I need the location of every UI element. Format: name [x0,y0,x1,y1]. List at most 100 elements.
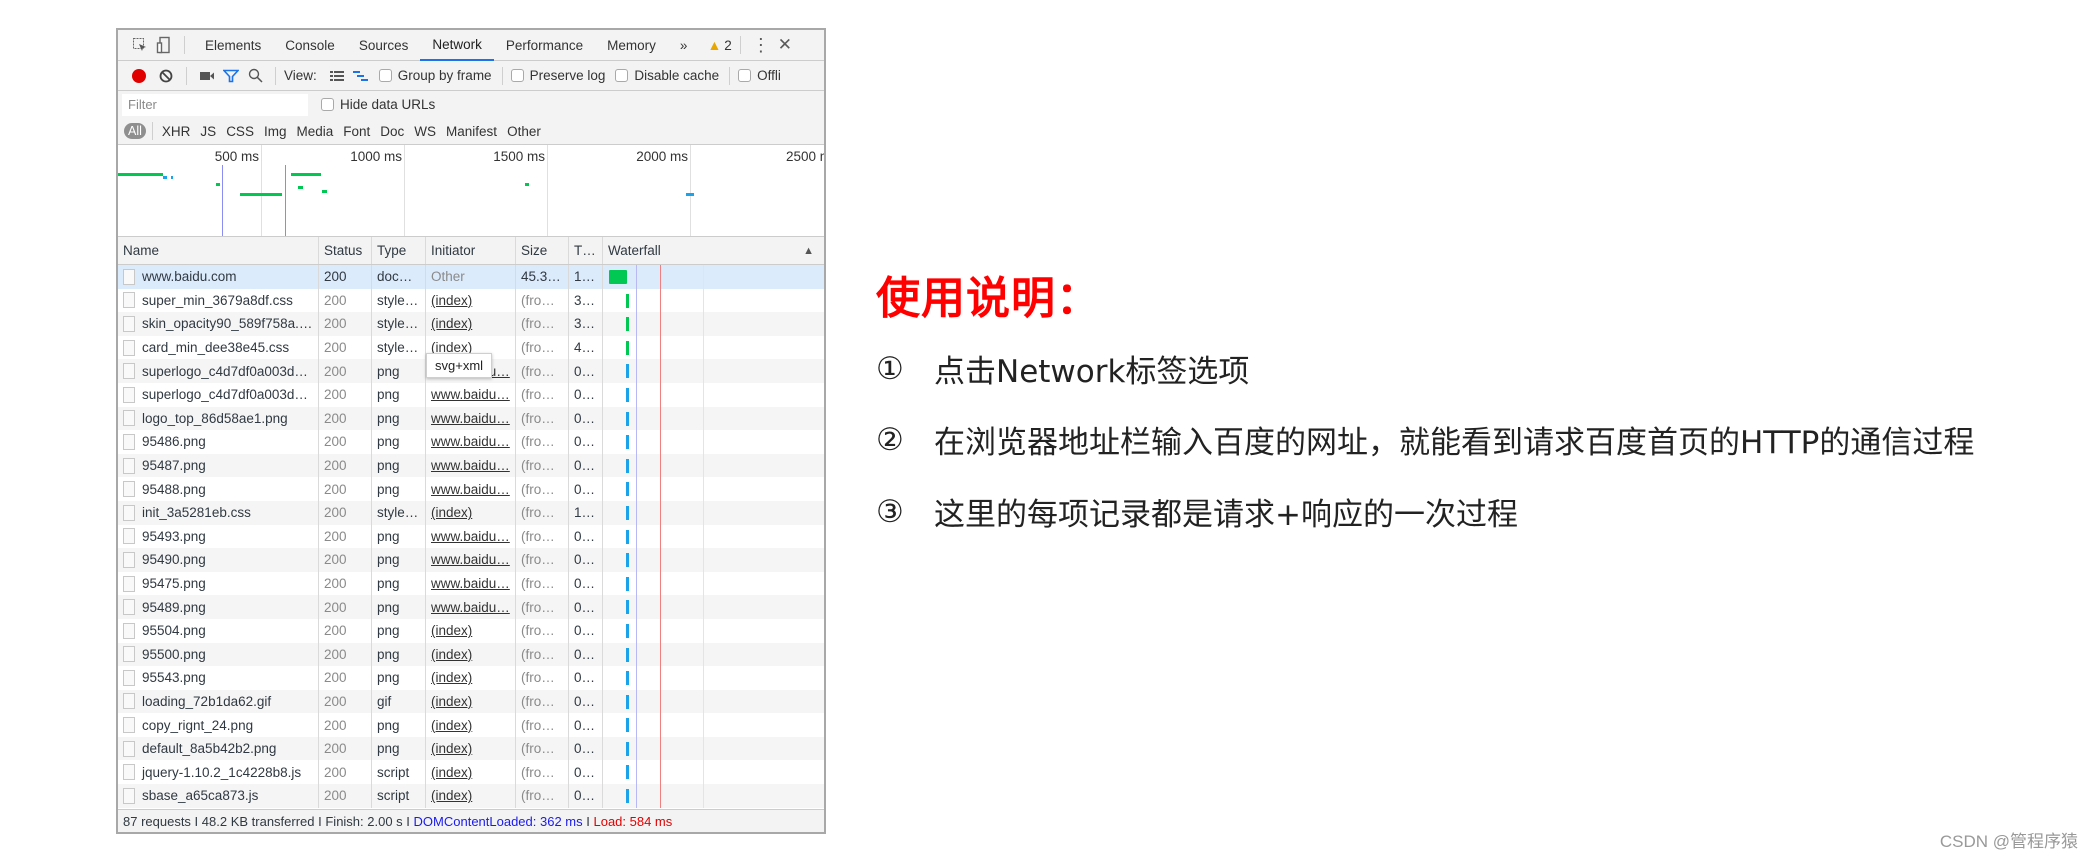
request-initiator[interactable]: www.baidu… [426,571,516,596]
request-name[interactable]: 95486.png [118,430,319,454]
column-header-name[interactable]: Name [118,237,319,264]
inspect-element-icon[interactable] [128,33,152,57]
request-name[interactable]: 95493.png [118,524,319,549]
request-name[interactable]: www.baidu.com [118,265,319,289]
initiator-link[interactable]: www.baidu… [431,600,510,615]
table-row[interactable]: 95489.png 200 png www.baidu… (fro… 0… [118,595,824,619]
disable-cache-checkbox[interactable]: Disable cache [615,68,719,83]
request-initiator[interactable]: (index) [426,500,516,525]
request-name[interactable]: 95489.png [118,595,319,619]
initiator-link[interactable]: (index) [431,647,472,662]
device-toolbar-icon[interactable] [152,33,176,57]
table-row[interactable]: init_3a5281eb.css 200 style… (index) (fro… 1… [118,500,824,525]
record-button[interactable] [132,68,146,83]
request-initiator[interactable]: www.baidu… [426,595,516,619]
request-name[interactable]: jquery-1.10.2_1c4228b8.js [118,760,319,785]
column-header-time[interactable]: T… [569,237,603,264]
search-icon[interactable] [243,64,267,88]
table-row[interactable]: 95493.png 200 png www.baidu… (fro… 0… [118,524,824,549]
table-row[interactable]: jquery-1.10.2_1c4228b8.js 200 script (index… [118,760,824,785]
column-header-size[interactable]: Size [516,237,569,264]
initiator-link[interactable]: (index) [431,694,472,709]
request-initiator[interactable]: (index) [426,760,516,785]
table-row[interactable]: super_min_3679a8df.css 200 style… (index) (f… [118,288,824,313]
type-filter-manifest[interactable]: Manifest [446,124,497,139]
table-row[interactable]: logo_top_86d58ae1.png 200 png www.baidu… (fr… [118,406,824,431]
checkbox-box[interactable] [615,69,629,82]
request-initiator[interactable]: (index) [426,618,516,643]
initiator-link[interactable]: (index) [431,623,472,638]
request-name[interactable]: superlogo_c4d7df0a003d… [118,359,319,383]
initiator-link[interactable]: (index) [431,741,472,756]
request-name[interactable]: superlogo_c4d7df0a003d… [118,382,319,407]
table-row[interactable]: default_8a5b42b2.png 200 png (index) (fro… 0… [118,736,824,761]
type-filter-other[interactable]: Other [507,124,541,139]
request-name[interactable]: 95475.png [118,571,319,596]
tab-memory[interactable]: Memory [595,30,668,61]
request-initiator[interactable]: (index) [426,736,516,761]
initiator-link[interactable]: www.baidu… [431,411,510,426]
request-initiator[interactable]: (index) [426,666,516,690]
type-filter-doc[interactable]: Doc [380,124,404,139]
large-rows-icon[interactable] [325,64,349,88]
column-header-waterfall[interactable]: Waterfall ▲ [603,237,824,264]
preserve-log-checkbox[interactable]: Preserve log [510,68,605,83]
table-row[interactable]: skin_opacity90_589f758a.… 200 style… (index… [118,312,824,336]
type-filter-js[interactable]: JS [200,124,216,139]
request-name[interactable]: copy_rignt_24.png [118,713,319,737]
request-initiator[interactable]: www.baidu… [426,477,516,501]
hide-data-urls-checkbox[interactable]: Hide data URLs [321,97,435,112]
capture-screenshots-icon[interactable] [195,64,219,88]
checkbox-box[interactable] [321,98,334,111]
request-name[interactable]: loading_72b1da62.gif [118,689,319,714]
type-filter-xhr[interactable]: XHR [162,124,191,139]
initiator-link[interactable]: www.baidu… [431,434,510,449]
checkbox-box[interactable] [378,69,392,82]
table-row[interactable]: 95504.png 200 png (index) (fro… 0… [118,618,824,643]
request-name[interactable]: 95487.png [118,453,319,478]
table-row[interactable]: superlogo_c4d7df0a003d… 200png www.baidu… (… [118,382,824,407]
initiator-link[interactable]: www.baidu… [431,576,510,591]
request-initiator[interactable]: (index) [426,689,516,714]
group-by-frame-checkbox[interactable]: Group by frame [378,68,492,83]
offline-checkbox[interactable]: Offli [738,68,781,83]
request-initiator[interactable]: www.baidu… [426,430,516,454]
request-initiator[interactable]: (index) [426,784,516,808]
initiator-link[interactable]: (index) [431,670,472,685]
request-initiator[interactable]: (index) [426,288,516,313]
kebab-menu-icon[interactable]: ⋮ [749,33,773,57]
checkbox-box[interactable] [738,69,752,82]
initiator-link[interactable]: (index) [431,316,472,331]
initiator-link[interactable]: (index) [431,718,472,733]
request-initiator[interactable]: (index) [426,713,516,737]
tab-network[interactable]: Network [420,30,494,61]
request-name[interactable]: 95504.png [118,618,319,643]
initiator-link[interactable]: www.baidu… [431,458,510,473]
type-filter-img[interactable]: Img [264,124,287,139]
request-initiator[interactable]: (index) [426,312,516,336]
tab-sources[interactable]: Sources [347,30,421,61]
request-initiator[interactable]: www.baidu… [426,382,516,407]
request-initiator[interactable]: (index) [426,642,516,667]
column-header-initiator[interactable]: Initiator [426,237,516,264]
request-name[interactable]: 95490.png [118,548,319,572]
initiator-link[interactable]: www.baidu… [431,552,510,567]
tab-elements[interactable]: Elements [193,30,273,61]
close-icon[interactable]: ✕ [773,33,797,57]
initiator-link[interactable]: www.baidu… [431,387,510,402]
request-name[interactable]: skin_opacity90_589f758a.… [118,312,319,336]
initiator-link[interactable]: (index) [431,765,472,780]
checkbox-box[interactable] [510,69,524,82]
tab-console[interactable]: Console [273,30,347,61]
request-initiator[interactable]: www.baidu… [426,406,516,431]
table-row[interactable]: loading_72b1da62.gif 200 gif (index) (fro… 0… [118,689,824,714]
table-row[interactable]: 95488.png 200 png www.baidu… (fro… 0… [118,477,824,501]
table-row[interactable]: 95475.png 200 png www.baidu… (fro… 0… [118,571,824,596]
initiator-link[interactable]: www.baidu… [431,482,510,497]
filter-icon[interactable] [219,64,243,88]
type-filter-font[interactable]: Font [343,124,370,139]
column-header-type[interactable]: Type [372,237,426,264]
table-row[interactable]: copy_rignt_24.png 200 png (index) (fro… 0… [118,713,824,737]
table-row[interactable]: 95500.png 200 png (index) (fro… 0… [118,642,824,667]
clear-icon[interactable] [154,64,178,88]
